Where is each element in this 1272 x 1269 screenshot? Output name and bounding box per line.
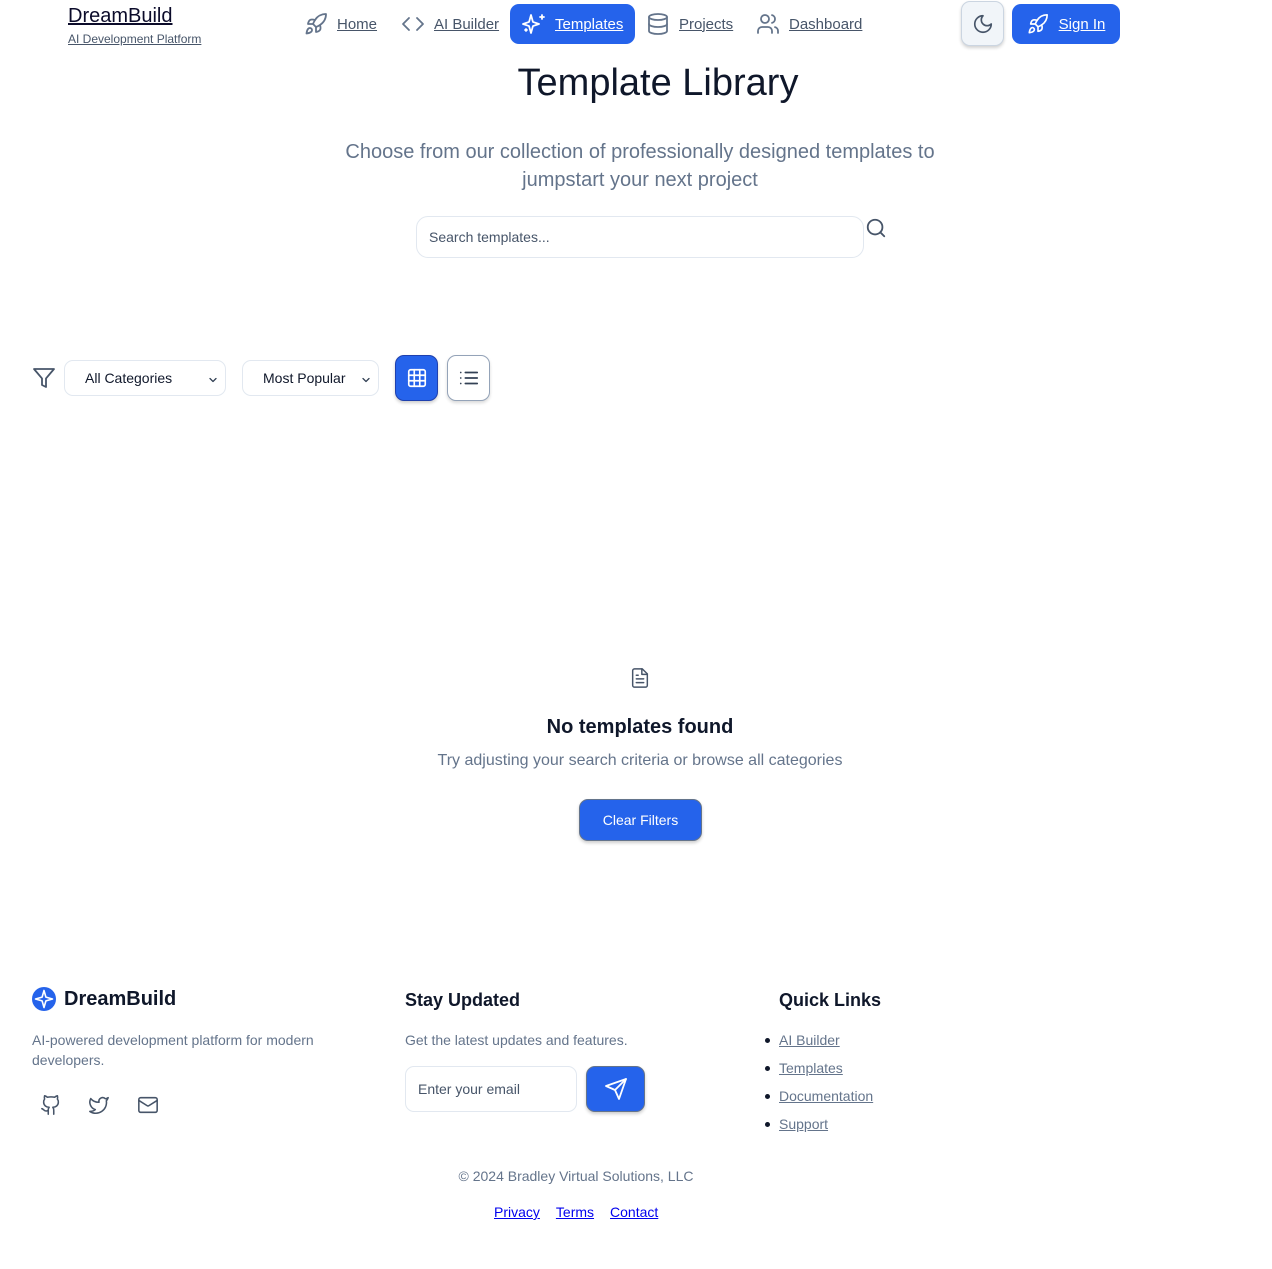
footer-description: AI-powered development platform for mode…: [32, 1032, 314, 1068]
nav-dashboard[interactable]: Dashboard: [756, 4, 862, 44]
list-item: Support: [765, 1114, 873, 1142]
quick-link-documentation[interactable]: Documentation: [779, 1088, 873, 1104]
sign-in-label: Sign In: [1058, 15, 1106, 33]
legal-links: Privacy Terms Contact: [494, 1204, 658, 1220]
email-link[interactable]: [136, 1094, 160, 1116]
terms-link[interactable]: Terms: [556, 1204, 594, 1220]
send-icon: [604, 1077, 628, 1101]
nav-projects[interactable]: Projects: [646, 4, 733, 44]
grid-view-button[interactable]: [395, 355, 438, 401]
email-input[interactable]: [406, 1067, 576, 1111]
quick-link-templates[interactable]: Templates: [779, 1060, 843, 1076]
newsletter-text: Get the latest updates and features.: [405, 1032, 628, 1048]
copyright-text: © 2024 Bradley Virtual Solutions, LLC: [458, 1168, 694, 1184]
quick-links-title: Quick Links: [779, 990, 882, 1010]
filter-icon: [32, 366, 56, 390]
sort-select-value: Most Popular: [263, 370, 346, 386]
empty-state-title: No templates found: [546, 716, 734, 738]
quick-link-support[interactable]: Support: [779, 1116, 828, 1132]
search-input[interactable]: [417, 217, 863, 257]
subscribe-button[interactable]: [586, 1066, 645, 1112]
list-icon: [458, 367, 480, 389]
rocket-icon: [304, 12, 328, 36]
github-icon: [40, 1094, 62, 1116]
nav-home[interactable]: Home: [304, 4, 377, 44]
search-icon[interactable]: [865, 217, 887, 239]
sort-select[interactable]: Most Popular: [242, 360, 379, 396]
empty-state-message: Try adjusting your search criteria or br…: [437, 752, 843, 769]
privacy-link[interactable]: Privacy: [494, 1204, 540, 1220]
sparkles-icon: [522, 12, 546, 36]
code-icon: [401, 12, 425, 36]
nav-templates[interactable]: Templates: [510, 4, 636, 44]
twitter-icon: [88, 1094, 110, 1116]
footer-brand: DreamBuild: [32, 987, 176, 1011]
github-link[interactable]: [40, 1094, 62, 1116]
chevron-down-icon: [207, 374, 219, 386]
contact-link[interactable]: Contact: [610, 1204, 658, 1220]
page-title: Template Library: [517, 62, 799, 104]
moon-icon: [972, 13, 994, 35]
list-item: Templates: [765, 1058, 873, 1086]
category-select-value: All Categories: [85, 370, 173, 386]
users-icon: [756, 12, 780, 36]
nav-ai-builder[interactable]: AI Builder: [401, 4, 499, 44]
list-item: AI Builder: [765, 1030, 873, 1058]
page-subtitle: Choose from our collection of profession…: [345, 141, 935, 191]
category-select[interactable]: All Categories: [64, 360, 226, 396]
sign-in-button[interactable]: Sign In: [1012, 4, 1120, 44]
footer-brand-name: DreamBuild: [64, 987, 177, 1010]
nav-ai-builder-label: AI Builder: [434, 15, 500, 33]
twitter-link[interactable]: [88, 1094, 110, 1116]
email-box: [405, 1066, 577, 1112]
nav-templates-label: Templates: [555, 15, 624, 33]
rocket-icon: [1027, 13, 1049, 35]
search-box: [416, 216, 864, 258]
nav-dashboard-label: Dashboard: [789, 15, 863, 33]
theme-toggle-button[interactable]: [961, 1, 1004, 46]
list-view-button[interactable]: [447, 355, 490, 401]
file-text-icon: [629, 666, 651, 690]
clear-filters-button[interactable]: Clear Filters: [579, 799, 702, 841]
logo-icon: [32, 987, 56, 1011]
quick-link-ai-builder[interactable]: AI Builder: [779, 1032, 840, 1048]
nav-projects-label: Projects: [679, 15, 734, 33]
database-icon: [646, 12, 670, 36]
grid-icon: [406, 367, 428, 389]
nav-home-label: Home: [337, 15, 378, 33]
quick-links-list: AI Builder Templates Documentation Suppo…: [765, 1030, 873, 1142]
list-item: Documentation: [765, 1086, 873, 1114]
chevron-down-icon: [360, 374, 372, 386]
mail-icon: [136, 1094, 160, 1116]
newsletter-title: Stay Updated: [405, 990, 521, 1010]
